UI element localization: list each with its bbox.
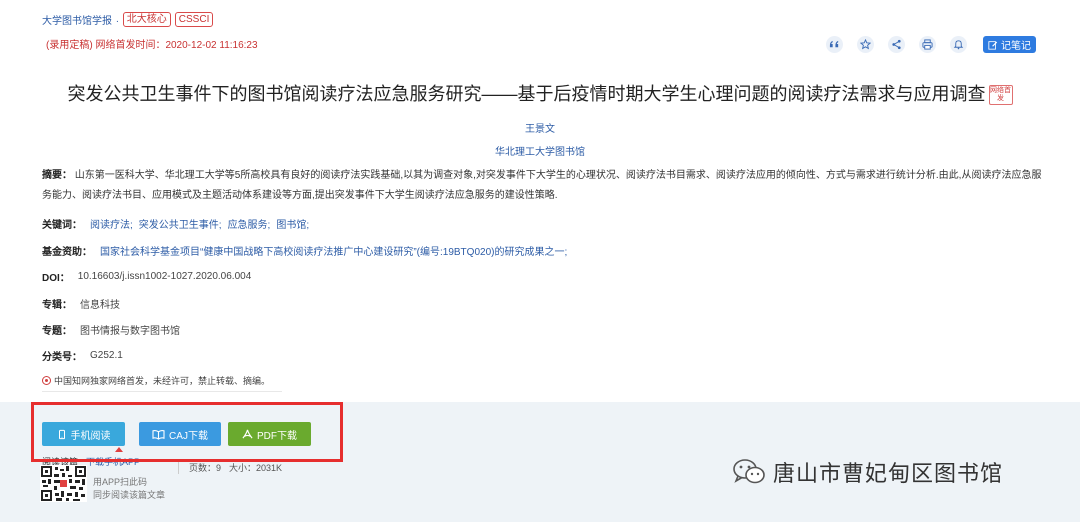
wechat-icon (733, 459, 765, 484)
article-title: 突发公共卫生事件下的图书馆阅读疗法应急服务研究——基于后疫情时期大学生心理问题的… (67, 84, 986, 104)
topic-row: 专题： 图书情报与数字图书馆 (42, 322, 180, 337)
topic-label: 专题： (42, 326, 72, 337)
take-notes-button[interactable]: 记笔记 (983, 36, 1036, 53)
keyword-link[interactable]: 图书馆; (276, 216, 309, 231)
badge-pku-core: 北大核心 (122, 12, 171, 27)
abstract-text: 山东第一医科大学、华北理工大学等5所高校具有良好的阅读疗法实践基础,以其为调查对… (42, 170, 1042, 201)
author[interactable]: 王景文 (0, 120, 1080, 135)
classification-value: G252.1 (90, 350, 123, 361)
journal-info: 大学图书馆学报 . 北大核心 CSSCI (42, 12, 214, 27)
classification-label: 分类号： (42, 352, 82, 363)
badge-cssci: CSSCI (174, 12, 214, 27)
quote-icon[interactable] (826, 36, 843, 53)
qr-code-icon (40, 465, 87, 502)
qr-line-1: 用APP扫此码 (93, 477, 148, 487)
classification-row: 分类号： G252.1 (42, 348, 123, 363)
bell-icon[interactable] (950, 36, 967, 53)
doi-label: DOI： (42, 273, 70, 284)
favorite-star-icon[interactable] (857, 36, 874, 53)
file-size: 大小：2031K (229, 462, 283, 473)
print-icon[interactable] (919, 36, 936, 53)
journal-separator: . (116, 14, 119, 25)
share-icon[interactable] (888, 36, 905, 53)
fund-label: 基金资助： (42, 247, 92, 258)
article-title-block: 突发公共卫生事件下的图书馆阅读疗法应急服务研究——基于后疫情时期大学生心理问题的… (0, 80, 1080, 106)
abstract: 摘要： 山东第一医科大学、华北理工大学等5所高校具有良好的阅读疗法实践基础,以其… (42, 166, 1042, 206)
watermark-text: 唐山市曹妃甸区图书馆 (773, 461, 1004, 486)
doi-value: 10.16603/j.issn1002-1027.2020.06.004 (77, 271, 252, 282)
topic-value: 图书情报与数字图书馆 (80, 326, 180, 337)
keyword-link[interactable]: 应急服务; (228, 216, 271, 231)
qr-instructions: 用APP扫此码 同步阅读该篇文章 (93, 476, 165, 502)
file-stats: 页数：9 大小：2031K (178, 460, 282, 474)
series-label: 专辑： (42, 300, 72, 311)
copyright-notice: 中国知网独家网络首发，未经许可，禁止转载、摘编。 (42, 374, 282, 392)
series-row: 专辑： 信息科技 (42, 296, 120, 311)
journal-name[interactable]: 大学图书馆学报 (42, 12, 112, 27)
take-notes-label: 记笔记 (1001, 41, 1031, 52)
organization[interactable]: 华北理工大学图书馆 (0, 143, 1080, 158)
keywords-label: 关键词： (42, 220, 82, 231)
publish-time: (录用定稿) 网络首发时间：2020-12-02 11:16:23 (46, 40, 258, 51)
keywords-row: 关键词： 阅读疗法; 突发公共卫生事件; 应急服务; 图书馆; (42, 216, 309, 231)
series-value: 信息科技 (80, 300, 120, 311)
highlight-box (31, 402, 343, 462)
fund-text[interactable]: 国家社会科学基金项目“健康中国战略下高校阅读疗法推广中心建设研究”(编号:19B… (100, 243, 567, 258)
copyright-text: 中国知网独家网络首发，未经许可，禁止转载、摘编。 (54, 376, 271, 386)
qr-line-2: 同步阅读该篇文章 (93, 490, 166, 500)
edit-icon (988, 40, 998, 50)
fund-row: 基金资助： 国家社会科学基金项目“健康中国战略下高校阅读疗法推广中心建设研究”(… (42, 243, 567, 258)
online-first-badge: 网络首发 (988, 85, 1013, 106)
wechat-watermark: 唐山市曹妃甸区图书馆 (731, 456, 1003, 488)
keyword-link[interactable]: 突发公共卫生事件; (139, 216, 222, 231)
keyword-link[interactable]: 阅读疗法; (90, 216, 133, 231)
abstract-label: 摘要： (42, 170, 72, 181)
doi-row: DOI： 10.16603/j.issn1002-1027.2020.06.00… (42, 269, 251, 284)
page-count: 页数：9 (189, 462, 222, 473)
cnki-logo-icon (42, 376, 51, 385)
article-toolbar: 记笔记 (826, 36, 1036, 53)
